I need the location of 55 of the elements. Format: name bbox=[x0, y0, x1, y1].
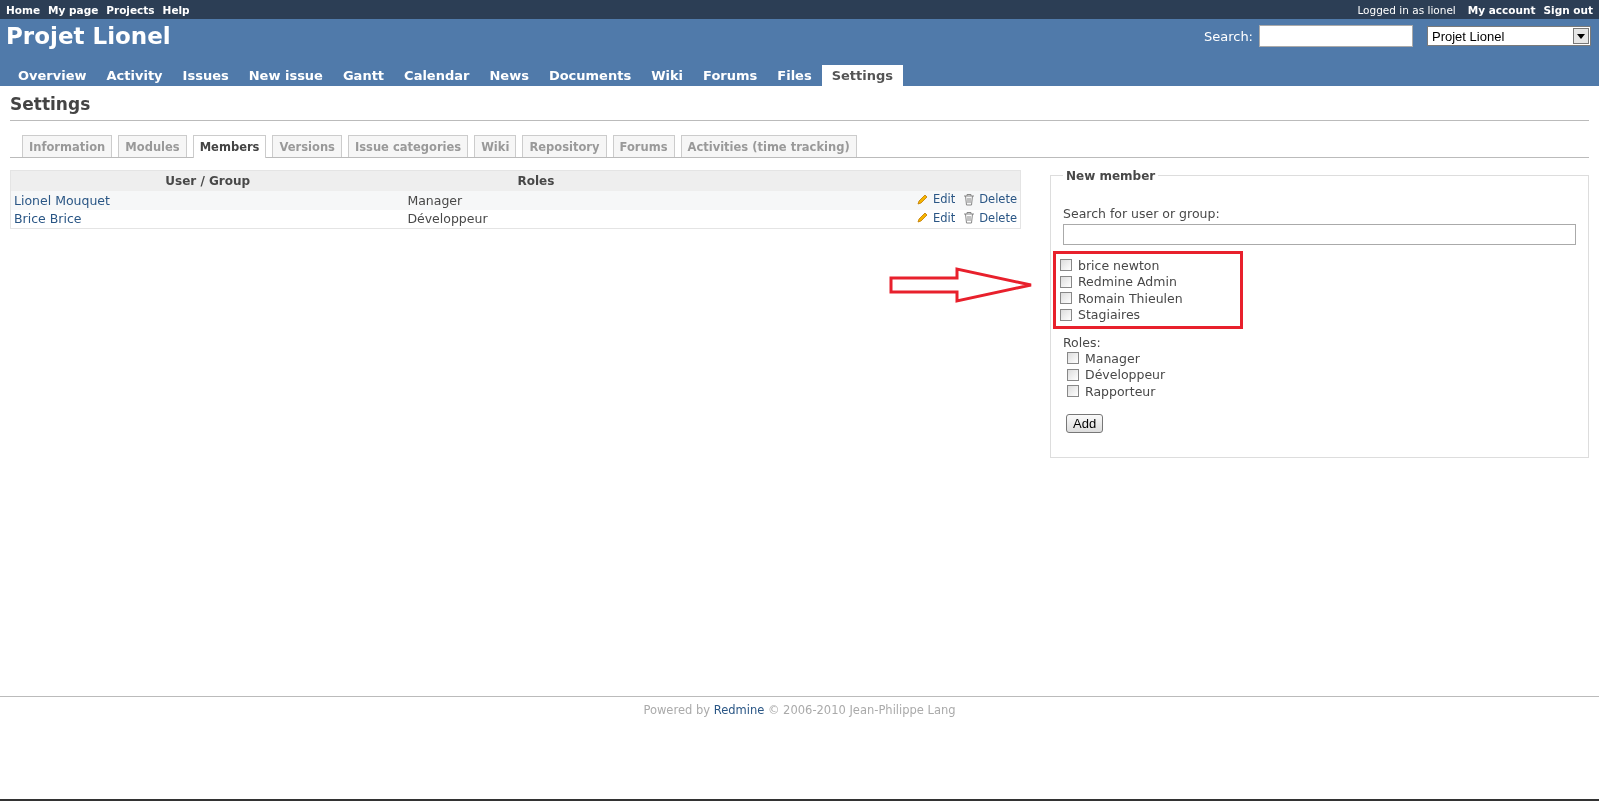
project-select[interactable]: Projet Lionel bbox=[1427, 26, 1591, 46]
main-menu-tab[interactable]: Files bbox=[767, 65, 822, 86]
top-menu-link[interactable]: Help bbox=[162, 3, 190, 16]
checkbox-label: Développeur bbox=[1085, 367, 1166, 383]
checkbox-label: Romain Thieulen bbox=[1078, 290, 1183, 306]
main-menu-tab[interactable]: News bbox=[479, 65, 539, 86]
checkbox-label: Redmine Admin bbox=[1078, 274, 1177, 290]
redmine-link[interactable]: Redmine bbox=[713, 703, 765, 717]
delete-link[interactable]: Delete bbox=[963, 210, 1017, 225]
logged-in-text: Logged in as lionel bbox=[1357, 3, 1456, 16]
checkbox-row[interactable]: Manager bbox=[1063, 350, 1576, 367]
member-link[interactable]: Lionel Mouquet bbox=[14, 192, 110, 208]
main-menu-tab[interactable]: Documents bbox=[538, 65, 642, 86]
page-title: Settings bbox=[10, 94, 1589, 121]
delete-link[interactable]: Delete bbox=[963, 192, 1017, 206]
main-menu-tab[interactable]: Forums bbox=[693, 65, 768, 86]
top-menu-link[interactable]: Sign out bbox=[1543, 3, 1593, 16]
column-header: Roles bbox=[404, 170, 668, 191]
column-header: User / Group bbox=[10, 170, 405, 191]
project-title: Projet Lionel bbox=[6, 23, 171, 49]
main-menu-tab[interactable]: Issues bbox=[172, 65, 239, 86]
edit-link[interactable]: Edit bbox=[915, 192, 956, 206]
role-cell: Manager bbox=[404, 191, 668, 210]
checkbox-row[interactable]: Romain Thieulen bbox=[1060, 290, 1236, 307]
search-label: Search: bbox=[1203, 28, 1253, 44]
main-menu-tab[interactable]: Activity bbox=[96, 65, 173, 86]
field-label: Search for user or group: bbox=[1063, 206, 1221, 221]
checkbox-label: Rapporteur bbox=[1085, 383, 1156, 399]
member-link[interactable]: Brice Brice bbox=[14, 211, 82, 227]
edit-link[interactable]: Edit bbox=[915, 210, 956, 225]
checkbox-row[interactable]: Redmine Admin bbox=[1060, 273, 1236, 290]
main-menu-tab[interactable]: Gantt bbox=[332, 65, 395, 86]
top-menu-link[interactable]: Home bbox=[6, 3, 41, 16]
checkbox-row[interactable]: Stagiaires bbox=[1060, 306, 1236, 323]
roles-label: Roles: bbox=[1063, 335, 1102, 350]
main-menu-tab[interactable]: Wiki bbox=[641, 65, 694, 86]
main-menu-tab[interactable]: Settings bbox=[821, 65, 904, 86]
checkbox-row[interactable]: Développeur bbox=[1063, 366, 1576, 383]
checkbox-row[interactable]: Rapporteur bbox=[1063, 383, 1576, 400]
panel-legend: New member bbox=[1063, 169, 1159, 183]
top-menu-link[interactable]: My page bbox=[48, 3, 99, 16]
main-menu-tab[interactable]: Calendar bbox=[394, 65, 480, 86]
role-cell: Développeur bbox=[404, 209, 668, 229]
checkbox-label: Manager bbox=[1085, 350, 1140, 366]
user-link[interactable]: lionel bbox=[1427, 3, 1456, 16]
checkbox-label: Stagiaires bbox=[1078, 307, 1141, 323]
checkbox-label: brice newton bbox=[1078, 257, 1160, 273]
subtab[interactable]: Members bbox=[192, 135, 267, 158]
add-button[interactable]: Add bbox=[1066, 413, 1104, 433]
main-menu-tab[interactable]: Overview bbox=[8, 65, 97, 86]
top-menu-link[interactable]: My account bbox=[1467, 3, 1536, 16]
footer-text: Powered by Redmine © 2006-2010 Jean-Philippe Lang bbox=[643, 703, 956, 717]
top-menu-link[interactable]: Projects bbox=[106, 3, 155, 16]
main-menu-tab[interactable]: New issue bbox=[238, 65, 333, 86]
checkbox-row[interactable]: brice newton bbox=[1060, 257, 1236, 274]
